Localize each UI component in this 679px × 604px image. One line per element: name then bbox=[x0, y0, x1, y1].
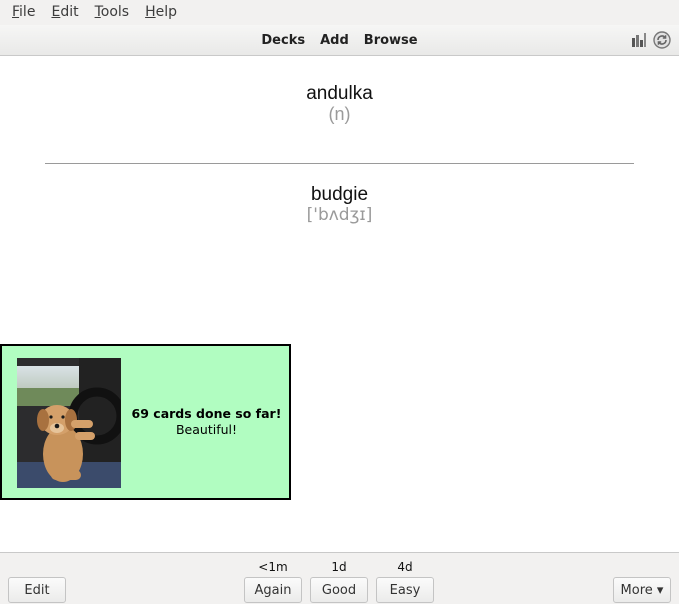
front-word: andulka bbox=[306, 83, 373, 104]
toolbar-icons bbox=[631, 31, 671, 49]
easy-button[interactable]: Easy bbox=[376, 577, 434, 603]
more-button[interactable]: More ▾ bbox=[613, 577, 671, 603]
top-toolbar: Decks Add Browse bbox=[0, 25, 679, 56]
menu-edit[interactable]: Edit bbox=[43, 0, 86, 25]
again-interval: <1m bbox=[258, 560, 288, 574]
puppy-driving-image bbox=[17, 358, 121, 488]
front-hint: (n) bbox=[328, 104, 351, 124]
answer-divider bbox=[45, 163, 634, 164]
cards-done-count: 69 cards done so far! bbox=[131, 406, 282, 421]
again-button[interactable]: Again bbox=[244, 577, 302, 603]
menu-file[interactable]: File bbox=[4, 0, 43, 25]
easy-interval: 4d bbox=[397, 560, 413, 574]
menu-help[interactable]: Help bbox=[137, 0, 185, 25]
good-interval: 1d bbox=[331, 560, 347, 574]
stats-icon[interactable] bbox=[631, 32, 647, 48]
encouragement-message: 69 cards done so far! Beautiful! bbox=[124, 406, 289, 438]
menu-bar: File Edit Tools Help bbox=[0, 0, 679, 25]
praise-text: Beautiful! bbox=[175, 422, 238, 437]
toolbar-links: Decks Add Browse bbox=[0, 25, 679, 56]
good-button[interactable]: Good bbox=[310, 577, 368, 603]
edit-button[interactable]: Edit bbox=[8, 577, 66, 603]
browse-link[interactable]: Browse bbox=[364, 33, 418, 48]
add-link[interactable]: Add bbox=[320, 33, 349, 48]
decks-link[interactable]: Decks bbox=[261, 33, 305, 48]
back-pronunciation: ['bʌdʒɪ] bbox=[306, 205, 373, 225]
menu-tools[interactable]: Tools bbox=[87, 0, 138, 25]
back-word: budgie bbox=[310, 184, 369, 205]
answer-bar: Edit <1m 1d 4d Again Good Easy More ▾ bbox=[0, 552, 679, 604]
encouragement-popup: 69 cards done so far! Beautiful! bbox=[0, 344, 291, 500]
sync-icon[interactable] bbox=[653, 31, 671, 49]
